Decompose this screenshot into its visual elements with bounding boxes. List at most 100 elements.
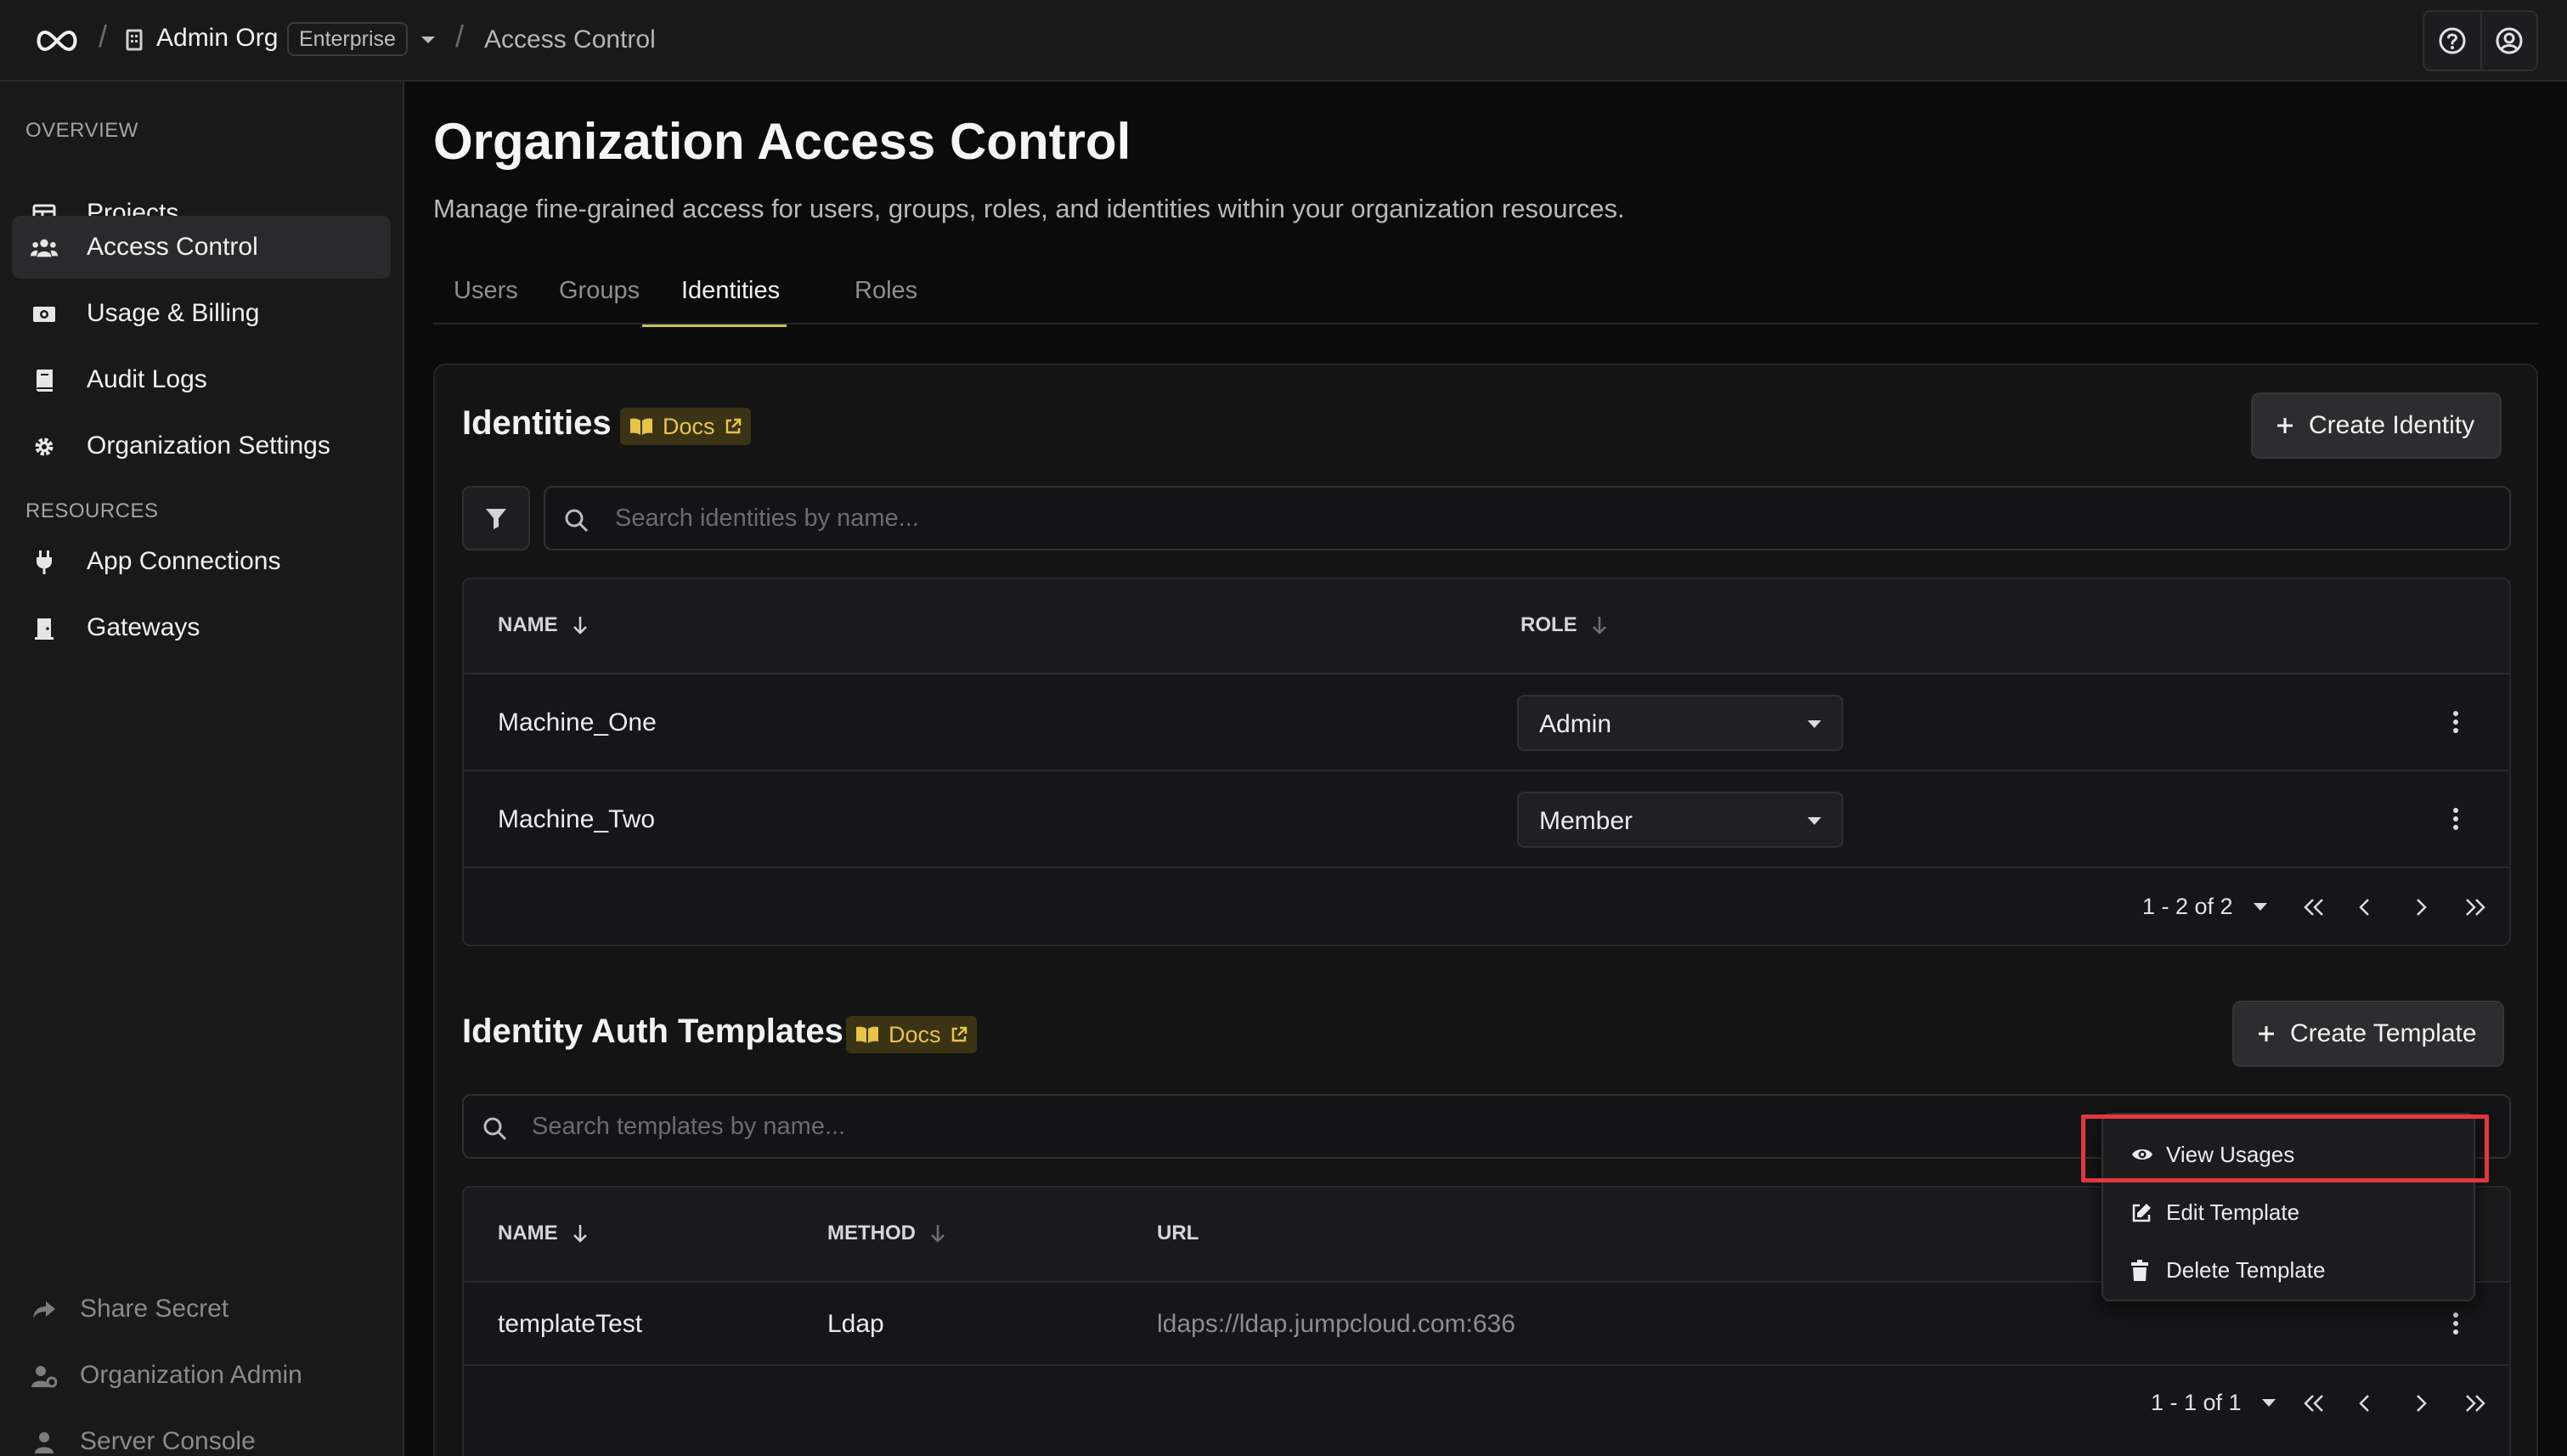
- column-header-name[interactable]: NAME: [498, 613, 589, 637]
- menu-item-view-usages[interactable]: View Usages: [2103, 1126, 2474, 1182]
- sidebar-item-access-control[interactable]: Access Control: [12, 216, 391, 279]
- docs-label: Docs: [889, 1021, 941, 1047]
- filter-icon: [486, 509, 506, 529]
- infinity-logo-icon[interactable]: [32, 24, 82, 58]
- next-page-button[interactable]: [2402, 889, 2440, 926]
- identities-title: Identities: [462, 404, 612, 442]
- sidebar-item-organization-admin[interactable]: Organization Admin: [12, 1344, 391, 1407]
- role-select-value: Member: [1539, 807, 1633, 835]
- identity-name: Machine_Two: [498, 805, 656, 833]
- tab-groups[interactable]: Groups: [559, 277, 640, 305]
- previous-page-button[interactable]: [2346, 889, 2384, 926]
- sidebar-item-organization-settings[interactable]: Organization Settings: [12, 415, 391, 477]
- table-row[interactable]: Machine_Two Member: [464, 771, 2509, 868]
- tab-users[interactable]: Users: [454, 277, 518, 305]
- share-icon: [31, 1296, 58, 1323]
- trash-icon: [2130, 1260, 2149, 1282]
- identities-search-placeholder: Search identities by name...: [615, 505, 919, 532]
- menu-item-delete-template[interactable]: Delete Template: [2103, 1242, 2474, 1298]
- chevron-down-icon: [1808, 720, 1821, 728]
- tab-roles[interactable]: Roles: [855, 277, 917, 305]
- help-button[interactable]: [2424, 12, 2480, 70]
- arrow-down-icon: [1592, 617, 1606, 635]
- template-method: Ldap: [827, 1310, 884, 1338]
- chevron-right-icon: [2417, 1395, 2427, 1412]
- sidebar-item-label: App Connections: [87, 547, 281, 575]
- more-vertical-icon: [2453, 1312, 2458, 1335]
- row-actions-button[interactable]: [2443, 1306, 2468, 1340]
- create-template-button[interactable]: Create Template: [2232, 1001, 2504, 1067]
- active-tab-indicator: [642, 324, 787, 327]
- sidebar-item-label: Usage & Billing: [87, 299, 260, 327]
- first-page-button[interactable]: [2295, 1385, 2333, 1422]
- menu-item-label: View Usages: [2166, 1142, 2295, 1167]
- page-description: Manage fine-grained access for users, gr…: [433, 194, 1625, 223]
- chevrons-left-icon: [2304, 1395, 2323, 1412]
- sidebar-item-server-console[interactable]: Server Console: [12, 1410, 391, 1456]
- edit-icon: [2130, 1202, 2152, 1224]
- plus-icon: [2259, 1026, 2274, 1041]
- book-open-icon: [630, 418, 652, 435]
- identities-docs-link[interactable]: Docs: [620, 408, 751, 445]
- sidebar-item-label: Organization Settings: [87, 432, 330, 460]
- search-icon: [482, 1116, 508, 1142]
- last-page-button[interactable]: [2457, 889, 2494, 926]
- sidebar-item-label: Server Console: [80, 1427, 256, 1455]
- chevron-left-icon: [2359, 899, 2369, 916]
- sidebar-item-app-connections[interactable]: App Connections: [12, 530, 391, 593]
- chevrons-right-icon: [2466, 899, 2485, 916]
- more-vertical-icon: [2453, 808, 2458, 830]
- table-row[interactable]: Machine_One Admin: [464, 674, 2509, 771]
- sidebar-item-share-secret[interactable]: Share Secret: [12, 1278, 391, 1340]
- filter-button[interactable]: [462, 486, 530, 550]
- org-name[interactable]: Admin Org: [156, 24, 278, 53]
- org-switcher-chevron-icon[interactable]: [420, 34, 437, 46]
- column-header-name[interactable]: NAME: [498, 1222, 589, 1245]
- page-size-selector[interactable]: 1 - 2 of 2: [2142, 894, 2267, 920]
- identities-search-input[interactable]: Search identities by name...: [544, 486, 2511, 550]
- identity-name: Machine_One: [498, 708, 657, 736]
- plan-badge: Enterprise: [287, 22, 408, 56]
- user-gear-icon: [31, 1363, 58, 1390]
- identities-table: NAME ROLE Machine_One Admin Machine_Two …: [462, 578, 2511, 946]
- menu-item-edit-template[interactable]: Edit Template: [2103, 1184, 2474, 1240]
- pagination-range: 1 - 2 of 2: [2142, 894, 2233, 919]
- account-button[interactable]: [2480, 12, 2536, 70]
- sidebar-section-resources: RESOURCES: [25, 499, 159, 522]
- chevron-down-icon: [1808, 817, 1821, 825]
- sidebar-item-gateways[interactable]: Gateways: [12, 596, 391, 659]
- templates-docs-link[interactable]: Docs: [846, 1016, 977, 1053]
- sidebar-item-usage-billing[interactable]: Usage & Billing: [12, 282, 391, 345]
- template-url: ldaps://ldap.jumpcloud.com:636: [1157, 1310, 1515, 1338]
- sidebar-item-label: Gateways: [87, 613, 200, 641]
- sidebar-item-audit-logs[interactable]: Audit Logs: [12, 348, 391, 411]
- more-vertical-icon: [2453, 711, 2458, 733]
- sidebar: OVERVIEW Projects Access Control Usage &…: [0, 82, 404, 1456]
- sidebar-item-label: Organization Admin: [80, 1361, 302, 1389]
- column-header-method[interactable]: METHOD: [827, 1222, 946, 1245]
- create-template-label: Create Template: [2290, 1019, 2477, 1047]
- pagination-range: 1 - 1 of 1: [2151, 1390, 2242, 1415]
- role-select[interactable]: Admin: [1517, 695, 1843, 751]
- next-page-button[interactable]: [2402, 1385, 2440, 1422]
- tab-identities[interactable]: Identities: [681, 277, 780, 305]
- create-identity-button[interactable]: Create Identity: [2251, 392, 2502, 459]
- previous-page-button[interactable]: [2346, 1385, 2384, 1422]
- user-icon: [31, 1429, 58, 1456]
- column-header-role[interactable]: ROLE: [1520, 613, 1608, 637]
- role-select[interactable]: Member: [1517, 792, 1843, 848]
- plug-icon: [31, 549, 58, 576]
- external-link-icon: [951, 1026, 967, 1042]
- page-size-selector[interactable]: 1 - 1 of 1: [2151, 1390, 2276, 1416]
- users-icon: [31, 234, 58, 262]
- top-actions: [2423, 10, 2538, 71]
- row-actions-button[interactable]: [2443, 705, 2468, 739]
- user-circle-icon: [2496, 27, 2523, 54]
- page-title: Organization Access Control: [433, 113, 1131, 170]
- first-page-button[interactable]: [2295, 889, 2333, 926]
- chevron-down-icon: [2261, 1399, 2276, 1407]
- breadcrumb-current-page: Access Control: [484, 25, 656, 54]
- templates-search-placeholder: Search templates by name...: [532, 1113, 846, 1140]
- last-page-button[interactable]: [2457, 1385, 2494, 1422]
- row-actions-button[interactable]: [2443, 802, 2468, 836]
